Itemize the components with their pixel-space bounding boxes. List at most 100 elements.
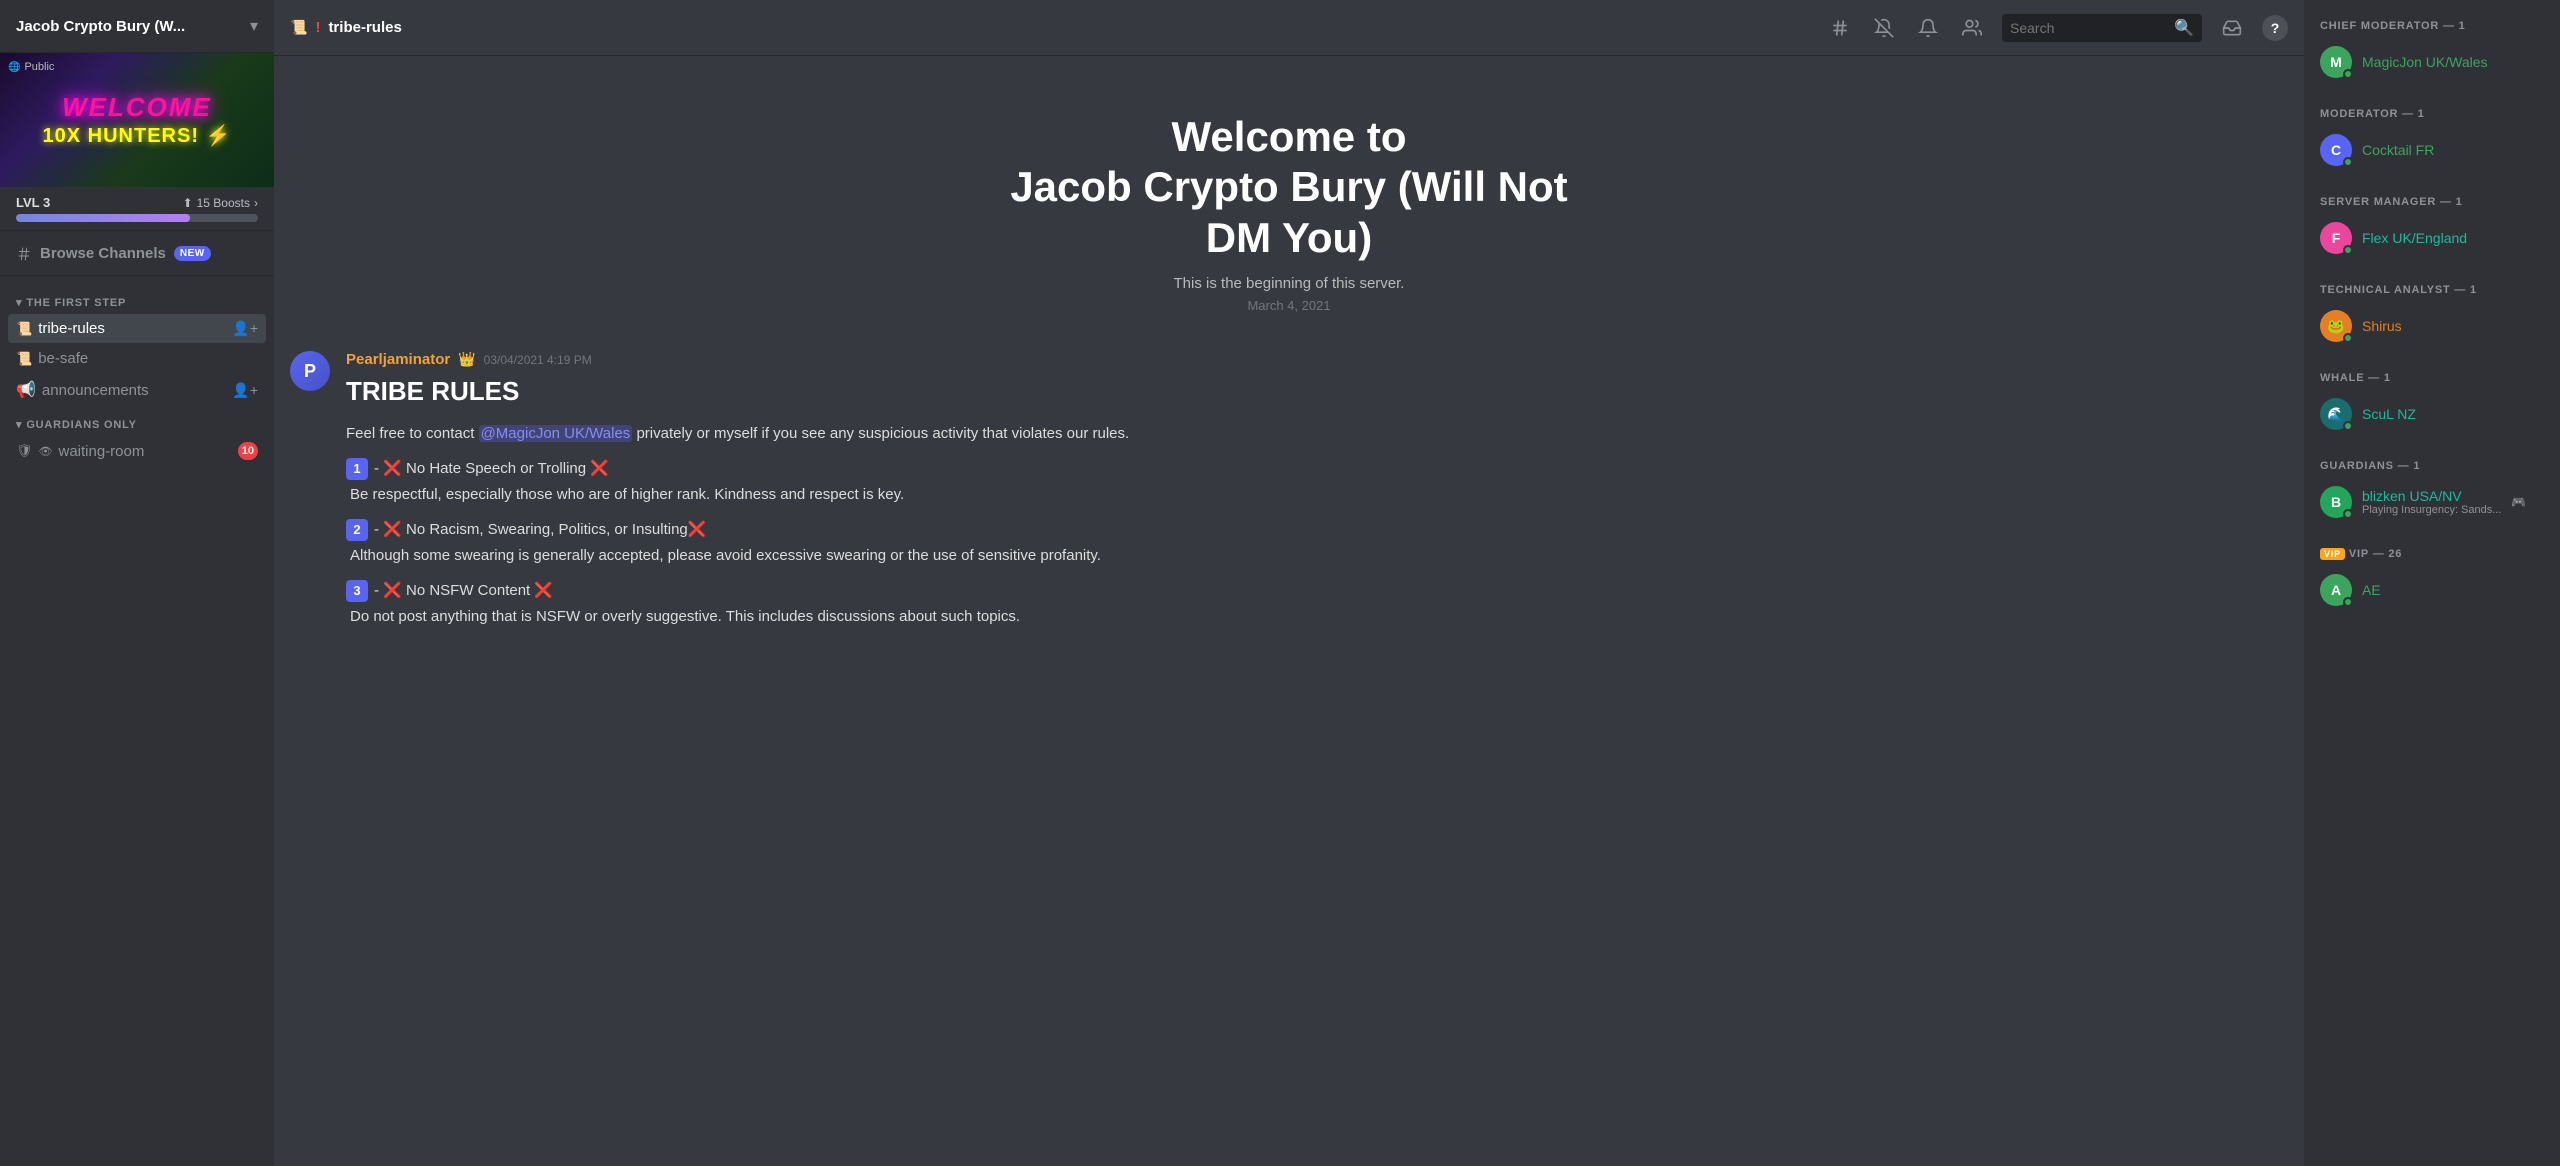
collapse-icon: ▾: [16, 418, 22, 431]
search-input[interactable]: [2010, 20, 2166, 36]
rule-2-desc: Although some swearing is generally acce…: [346, 545, 2288, 568]
chevron-right-icon: ›: [254, 196, 258, 210]
search-icon: 🔍: [2174, 18, 2194, 38]
public-badge: 🌐 Public: [8, 61, 54, 73]
member-name-group-shirus: Shirus: [2362, 318, 2402, 334]
category-guardians-only[interactable]: ▾ GUARDIANS ONLY: [8, 414, 266, 435]
members-category-server-manager: SERVER MANAGER — 1: [2312, 192, 2552, 212]
hashtag-top-icon[interactable]: [1826, 14, 1854, 42]
member-name-ae: AE: [2362, 582, 2381, 598]
bell-alert-icon[interactable]: [1914, 14, 1942, 42]
members-category-whale: WHALE — 1: [2312, 368, 2552, 388]
server-banner: 🌐 Public WELCOME 10X HUNTERS! ⚡: [0, 53, 274, 187]
member-name-group-flex: Flex UK/England: [2362, 230, 2467, 246]
crown-icon: 👑: [458, 351, 475, 368]
rule-1-number: 1: [346, 458, 368, 480]
channel-name: tribe-rules: [38, 320, 226, 337]
collapse-icon: ▾: [16, 296, 22, 309]
avatar: P: [290, 351, 330, 391]
member-name-magicjon: MagicJon UK/Wales: [2362, 54, 2488, 70]
boosts-text: ⬆ 15 Boosts ›: [183, 196, 258, 210]
member-status-blizken: Playing Insurgency: Sands...: [2362, 504, 2501, 516]
help-icon[interactable]: ?: [2262, 15, 2288, 41]
browse-channels-button[interactable]: ＃ Browse Channels NEW: [0, 231, 274, 276]
rule-2-number: 2: [346, 519, 368, 541]
add-member-icon[interactable]: 👤+: [232, 320, 258, 337]
notification-badge: 10: [238, 442, 258, 460]
member-name-shirus: Shirus: [2362, 318, 2402, 334]
channel-tribe-rules[interactable]: 📜 tribe-rules 👤+: [8, 314, 266, 343]
controller-icon: 🎮: [2511, 495, 2526, 509]
members-group-chief-mod: CHIEF MODERATOR — 1 M MagicJon UK/Wales: [2312, 16, 2552, 84]
shield-icon: 🛡: [16, 443, 33, 459]
channel-name: announcements: [42, 382, 226, 399]
members-category-guardians: GUARDIANS — 1: [2312, 456, 2552, 476]
person-icon[interactable]: [1958, 14, 1986, 42]
bell-slash-icon[interactable]: [1870, 14, 1898, 42]
members-group-tech-analyst: TECHNICAL ANALYST — 1 🐸 Shirus: [2312, 280, 2552, 348]
top-bar-icons: 🔍 ?: [1826, 14, 2288, 42]
eye-icon: 👁: [39, 445, 53, 458]
member-avatar-shirus: 🐸: [2320, 310, 2352, 342]
members-sidebar: CHIEF MODERATOR — 1 M MagicJon UK/Wales …: [2304, 0, 2560, 1166]
member-blizken[interactable]: B blizken USA/NV Playing Insurgency: San…: [2312, 480, 2552, 524]
hash-icon: 📢: [16, 380, 36, 400]
status-dot-scul: [2343, 421, 2353, 431]
member-flex[interactable]: F Flex UK/England: [2312, 216, 2552, 260]
rule-2: 2 - ❌ No Racism, Swearing, Politics, or …: [346, 519, 2288, 568]
server-header[interactable]: Jacob Crypto Bury (W... ▾: [0, 0, 274, 53]
channel-prefix-icon: 📜: [16, 351, 32, 367]
member-name-blizken: blizken USA/NV: [2362, 488, 2501, 504]
browse-channels-label: Browse Channels: [40, 245, 166, 262]
channels-list: ▾ THE FIRST STEP 📜 tribe-rules 👤+ 📜 be-s…: [0, 276, 274, 471]
member-cocktail[interactable]: C Cocktail FR: [2312, 128, 2552, 172]
rule-3-text: - ❌ No NSFW Content ❌: [374, 580, 553, 603]
member-scul[interactable]: 🌊 ScuL NZ: [2312, 392, 2552, 436]
rule-1-title: 1 - ❌ No Hate Speech or Trolling ❌: [346, 458, 2288, 481]
inbox-icon[interactable]: [2218, 14, 2246, 42]
hashtag-icon: ＃: [16, 241, 32, 265]
search-bar[interactable]: 🔍: [2002, 14, 2202, 42]
members-category-chief-mod: CHIEF MODERATOR — 1: [2312, 16, 2552, 36]
member-ae[interactable]: A AE: [2312, 568, 2552, 612]
status-dot-ae: [2343, 597, 2353, 607]
channel-name: waiting-room: [58, 443, 231, 460]
status-dot-flex: [2343, 245, 2353, 255]
mention-magicjon[interactable]: @MagicJon UK/Wales: [479, 425, 633, 442]
member-magicjon[interactable]: M MagicJon UK/Wales: [2312, 40, 2552, 84]
members-category-mod: MODERATOR — 1: [2312, 104, 2552, 124]
members-category-vip: VIPVIP — 26: [2312, 544, 2552, 564]
members-category-tech-analyst: TECHNICAL ANALYST — 1: [2312, 280, 2552, 300]
channel-waiting-room[interactable]: 🛡 👁 waiting-room 10: [8, 436, 266, 466]
welcome-title: Welcome to Jacob Crypto Bury (Will Not D…: [294, 112, 2284, 263]
welcome-line1: Welcome to: [294, 112, 2284, 162]
member-name-group-ae: AE: [2362, 582, 2381, 598]
banner-welcome: WELCOME: [62, 92, 212, 123]
member-name-group-scul: ScuL NZ: [2362, 406, 2416, 422]
category-first-step[interactable]: ▾ THE FIRST STEP: [8, 292, 266, 313]
member-avatar-cocktail: C: [2320, 134, 2352, 166]
welcome-line3: DM You): [294, 213, 2284, 263]
member-avatar-ae: A: [2320, 574, 2352, 606]
status-dot-magicjon: [2343, 69, 2353, 79]
boost-progress-bg: [16, 214, 258, 222]
intro-text: Feel free to contact @MagicJon UK/Wales …: [346, 423, 2288, 446]
level-text: LVL 3: [16, 195, 50, 210]
rule-2-title: 2 - ❌ No Racism, Swearing, Politics, or …: [346, 519, 2288, 542]
boost-progress-fill: [16, 214, 190, 222]
channel-prefix-icon: 📜: [16, 321, 32, 337]
tribe-rules-heading: TRIBE RULES: [346, 372, 2288, 411]
message-body: Pearljaminator 👑 03/04/2021 4:19 PM TRIB…: [346, 351, 2288, 641]
status-dot-cocktail: [2343, 157, 2353, 167]
member-shirus[interactable]: 🐸 Shirus: [2312, 304, 2552, 348]
member-avatar-scul: 🌊: [2320, 398, 2352, 430]
rule-1-desc: Be respectful, especially those who are …: [346, 484, 2288, 507]
member-avatar-blizken: B: [2320, 486, 2352, 518]
add-member-icon[interactable]: 👤+: [232, 382, 258, 399]
status-dot-blizken: [2343, 509, 2353, 519]
channel-announcements[interactable]: 📢 announcements 👤+: [8, 374, 266, 406]
member-name-group-magicjon: MagicJon UK/Wales: [2362, 54, 2488, 70]
member-name-group-blizken: blizken USA/NV Playing Insurgency: Sands…: [2362, 488, 2501, 516]
channel-title-icon: 📜: [290, 19, 307, 36]
channel-be-safe[interactable]: 📜 be-safe: [8, 344, 266, 373]
